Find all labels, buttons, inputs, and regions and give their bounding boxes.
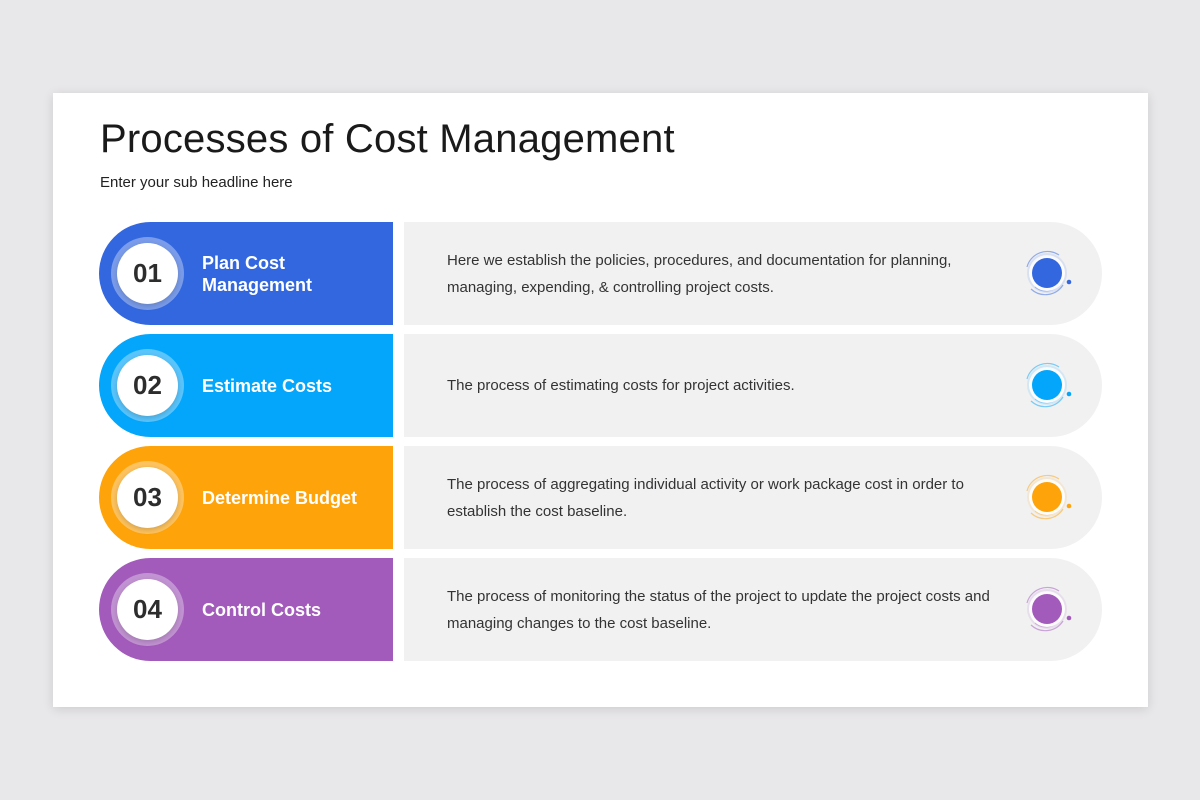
- step-description-panel: The process of monitoring the status of …: [404, 558, 1102, 661]
- process-step-3: 03 Determine Budget The process of aggre…: [99, 446, 1102, 549]
- process-step-2: 02 Estimate Costs The process of estimat…: [99, 334, 1102, 437]
- step-label: Determine Budget: [202, 487, 358, 508]
- page-title: Processes of Cost Management: [100, 117, 675, 161]
- step-description: The process of aggregating individual ac…: [447, 475, 964, 520]
- step-label: Estimate Costs: [202, 375, 333, 396]
- slide: Processes of Cost Management Enter your …: [53, 93, 1148, 707]
- step-description: The process of monitoring the status of …: [447, 587, 990, 632]
- step-label: Plan Cost Management: [202, 252, 313, 295]
- process-step-4: 04 Control Costs The process of monitori…: [99, 558, 1102, 661]
- step-label: Control Costs: [202, 599, 321, 620]
- step-label-pill: 01 Plan Cost Management: [99, 222, 393, 325]
- page-subtitle: Enter your sub headline here: [100, 174, 293, 191]
- step-description-panel: Here we establish the policies, procedur…: [404, 222, 1102, 325]
- process-list: 01 Plan Cost Management Here we establis…: [99, 222, 1102, 670]
- step-description-panel: The process of aggregating individual ac…: [404, 446, 1102, 549]
- step-number-ring: 01: [111, 237, 184, 310]
- target-dot-icon: [1026, 362, 1072, 408]
- step-number-ring: 02: [111, 349, 184, 422]
- target-dot-icon: [1026, 250, 1072, 296]
- process-step-1: 01 Plan Cost Management Here we establis…: [99, 222, 1102, 325]
- step-label-pill: 02 Estimate Costs: [99, 334, 393, 437]
- step-description: Here we establish the policies, procedur…: [447, 251, 952, 296]
- step-label-pill: 03 Determine Budget: [99, 446, 393, 549]
- step-number-ring: 04: [111, 573, 184, 646]
- step-number: 03: [117, 467, 178, 528]
- target-dot-icon: [1026, 474, 1072, 520]
- step-description-panel: The process of estimating costs for proj…: [404, 334, 1102, 437]
- target-dot-icon: [1026, 586, 1072, 632]
- step-number-ring: 03: [111, 461, 184, 534]
- step-number: 04: [117, 579, 178, 640]
- step-description: The process of estimating costs for proj…: [447, 377, 795, 394]
- step-number: 02: [117, 355, 178, 416]
- step-number: 01: [117, 243, 178, 304]
- step-label-pill: 04 Control Costs: [99, 558, 393, 661]
